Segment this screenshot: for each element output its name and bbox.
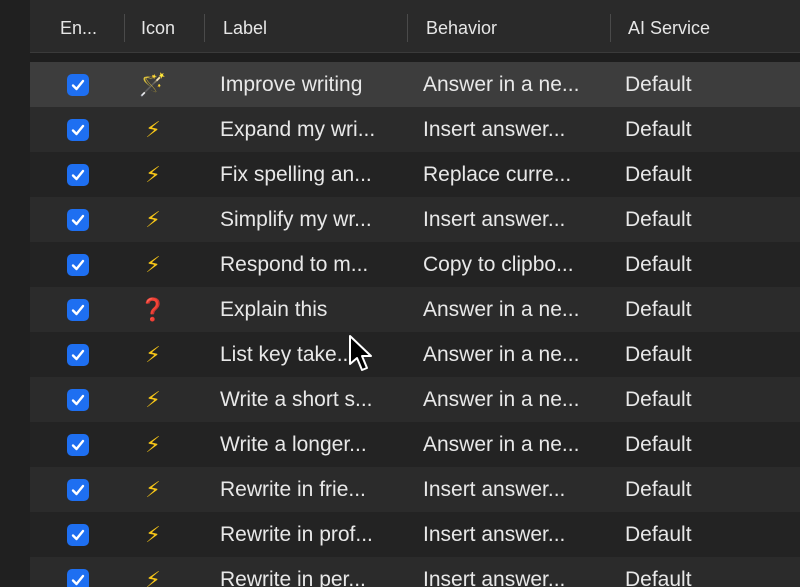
label-cell: Fix spelling an...	[220, 163, 372, 186]
lightning-icon: ⚡	[145, 477, 161, 502]
enabled-checkbox[interactable]	[67, 74, 89, 96]
label-cell: Write a longer...	[220, 433, 367, 456]
lightning-icon: ⚡	[145, 522, 161, 547]
enabled-checkbox[interactable]	[67, 164, 89, 186]
table-row[interactable]: ⚡ List key take... Answer in a ne... Defaul…	[30, 332, 800, 377]
lightning-icon: ⚡	[145, 207, 161, 232]
ai-service-cell: Default	[625, 118, 692, 141]
table-row[interactable]: ⚡ Respond to m... Copy to clipbo... Default	[30, 242, 800, 287]
ai-service-cell: Default	[625, 73, 692, 96]
table-header: En... Icon Label Behavior AI Service	[30, 0, 800, 53]
label-cell: Rewrite in prof...	[220, 523, 373, 546]
behavior-cell: Answer in a ne...	[423, 298, 580, 321]
table-row[interactable]: ⚡ Rewrite in per... Insert answer... Defaul…	[30, 557, 800, 587]
enabled-checkbox[interactable]	[67, 299, 89, 321]
checkmark-icon	[71, 124, 85, 136]
checkmark-icon	[71, 169, 85, 181]
label-cell: Rewrite in per...	[220, 568, 366, 587]
prompts-table: En... Icon Label Behavior AI Service 🪄 Im…	[30, 0, 800, 587]
table-row[interactable]: ⚡ Simplify my wr... Insert answer... Defaul…	[30, 197, 800, 242]
enabled-checkbox[interactable]	[67, 209, 89, 231]
header-icon[interactable]: Icon	[141, 0, 175, 52]
table-row[interactable]: ⚡ Rewrite in frie... Insert answer... Defau…	[30, 467, 800, 512]
enabled-checkbox[interactable]	[67, 119, 89, 141]
behavior-cell: Answer in a ne...	[423, 73, 580, 96]
header-label[interactable]: Label	[223, 0, 267, 52]
ai-service-cell: Default	[625, 163, 692, 186]
checkmark-icon	[71, 529, 85, 541]
enabled-checkbox[interactable]	[67, 524, 89, 546]
header-enabled[interactable]: En...	[60, 0, 97, 52]
table-row[interactable]: ⚡ Write a longer... Answer in a ne... Defau…	[30, 422, 800, 467]
enabled-checkbox[interactable]	[67, 479, 89, 501]
label-cell: Explain this	[220, 298, 328, 321]
checkmark-icon	[71, 304, 85, 316]
enabled-checkbox[interactable]	[67, 389, 89, 411]
ai-service-cell: Default	[625, 478, 692, 501]
ai-service-cell: Default	[625, 253, 692, 276]
table-row[interactable]: ⚡ Rewrite in prof... Insert answer... Defau…	[30, 512, 800, 557]
column-divider[interactable]	[610, 14, 611, 42]
behavior-cell: Answer in a ne...	[423, 433, 580, 456]
ai-service-cell: Default	[625, 298, 692, 321]
ai-service-cell: Default	[625, 343, 692, 366]
window-edge	[0, 0, 30, 587]
behavior-cell: Replace curre...	[423, 163, 572, 186]
label-cell: Rewrite in frie...	[220, 478, 366, 501]
ai-service-cell: Default	[625, 388, 692, 411]
checkmark-icon	[71, 79, 85, 91]
table-row[interactable]: ⚡ Expand my wri... Insert answer... Default	[30, 107, 800, 152]
ai-service-cell: Default	[625, 433, 692, 456]
behavior-cell: Insert answer...	[423, 568, 566, 587]
label-cell: Write a short s...	[220, 388, 373, 411]
behavior-cell: Answer in a ne...	[423, 388, 580, 411]
lightning-icon: ⚡	[145, 432, 161, 457]
behavior-cell: Insert answer...	[423, 523, 566, 546]
magic-wand-icon: 🪄	[139, 72, 167, 97]
label-cell: Simplify my wr...	[220, 208, 372, 231]
lightning-icon: ⚡	[145, 252, 161, 277]
behavior-cell: Insert answer...	[423, 118, 566, 141]
ai-service-cell: Default	[625, 208, 692, 231]
table-row[interactable]: ⚡ Write a short s... Answer in a ne... Defa…	[30, 377, 800, 422]
column-divider[interactable]	[407, 14, 408, 42]
table-row[interactable]: ❓ Explain this Answer in a ne... Default	[30, 287, 800, 332]
lightning-icon: ⚡	[145, 567, 161, 587]
lightning-icon: ⚡	[145, 117, 161, 142]
header-ai-service[interactable]: AI Service	[628, 0, 710, 52]
question-mark-icon: ❓	[139, 297, 167, 322]
table-row[interactable]: ⚡ Fix spelling an... Replace curre... Defau…	[30, 152, 800, 197]
mouse-pointer-icon	[349, 335, 372, 371]
column-divider[interactable]	[204, 14, 205, 42]
enabled-checkbox[interactable]	[67, 434, 89, 456]
checkmark-icon	[71, 574, 85, 586]
lightning-icon: ⚡	[145, 162, 161, 187]
enabled-checkbox[interactable]	[67, 569, 89, 587]
label-cell: Improve writing	[220, 73, 363, 96]
behavior-cell: Answer in a ne...	[423, 343, 580, 366]
checkmark-icon	[71, 349, 85, 361]
ai-service-cell: Default	[625, 568, 692, 587]
behavior-cell: Insert answer...	[423, 478, 566, 501]
behavior-cell: Insert answer...	[423, 208, 566, 231]
label-cell: Expand my wri...	[220, 118, 376, 141]
behavior-cell: Copy to clipbo...	[423, 253, 574, 276]
lightning-icon: ⚡	[145, 387, 161, 412]
header-behavior[interactable]: Behavior	[426, 0, 497, 52]
table-row[interactable]: 🪄 Improve writing Answer in a ne... Default	[30, 62, 800, 107]
checkmark-icon	[71, 394, 85, 406]
checkmark-icon	[71, 214, 85, 226]
checkmark-icon	[71, 439, 85, 451]
label-cell: Respond to m...	[220, 253, 369, 276]
column-divider[interactable]	[124, 14, 125, 42]
enabled-checkbox[interactable]	[67, 344, 89, 366]
lightning-icon: ⚡	[145, 342, 161, 367]
enabled-checkbox[interactable]	[67, 254, 89, 276]
ai-service-cell: Default	[625, 523, 692, 546]
table-body: 🪄 Improve writing Answer in a ne... Default…	[30, 62, 800, 587]
checkmark-icon	[71, 259, 85, 271]
checkmark-icon	[71, 484, 85, 496]
prompts-window: En... Icon Label Behavior AI Service 🪄 Im…	[0, 0, 800, 587]
